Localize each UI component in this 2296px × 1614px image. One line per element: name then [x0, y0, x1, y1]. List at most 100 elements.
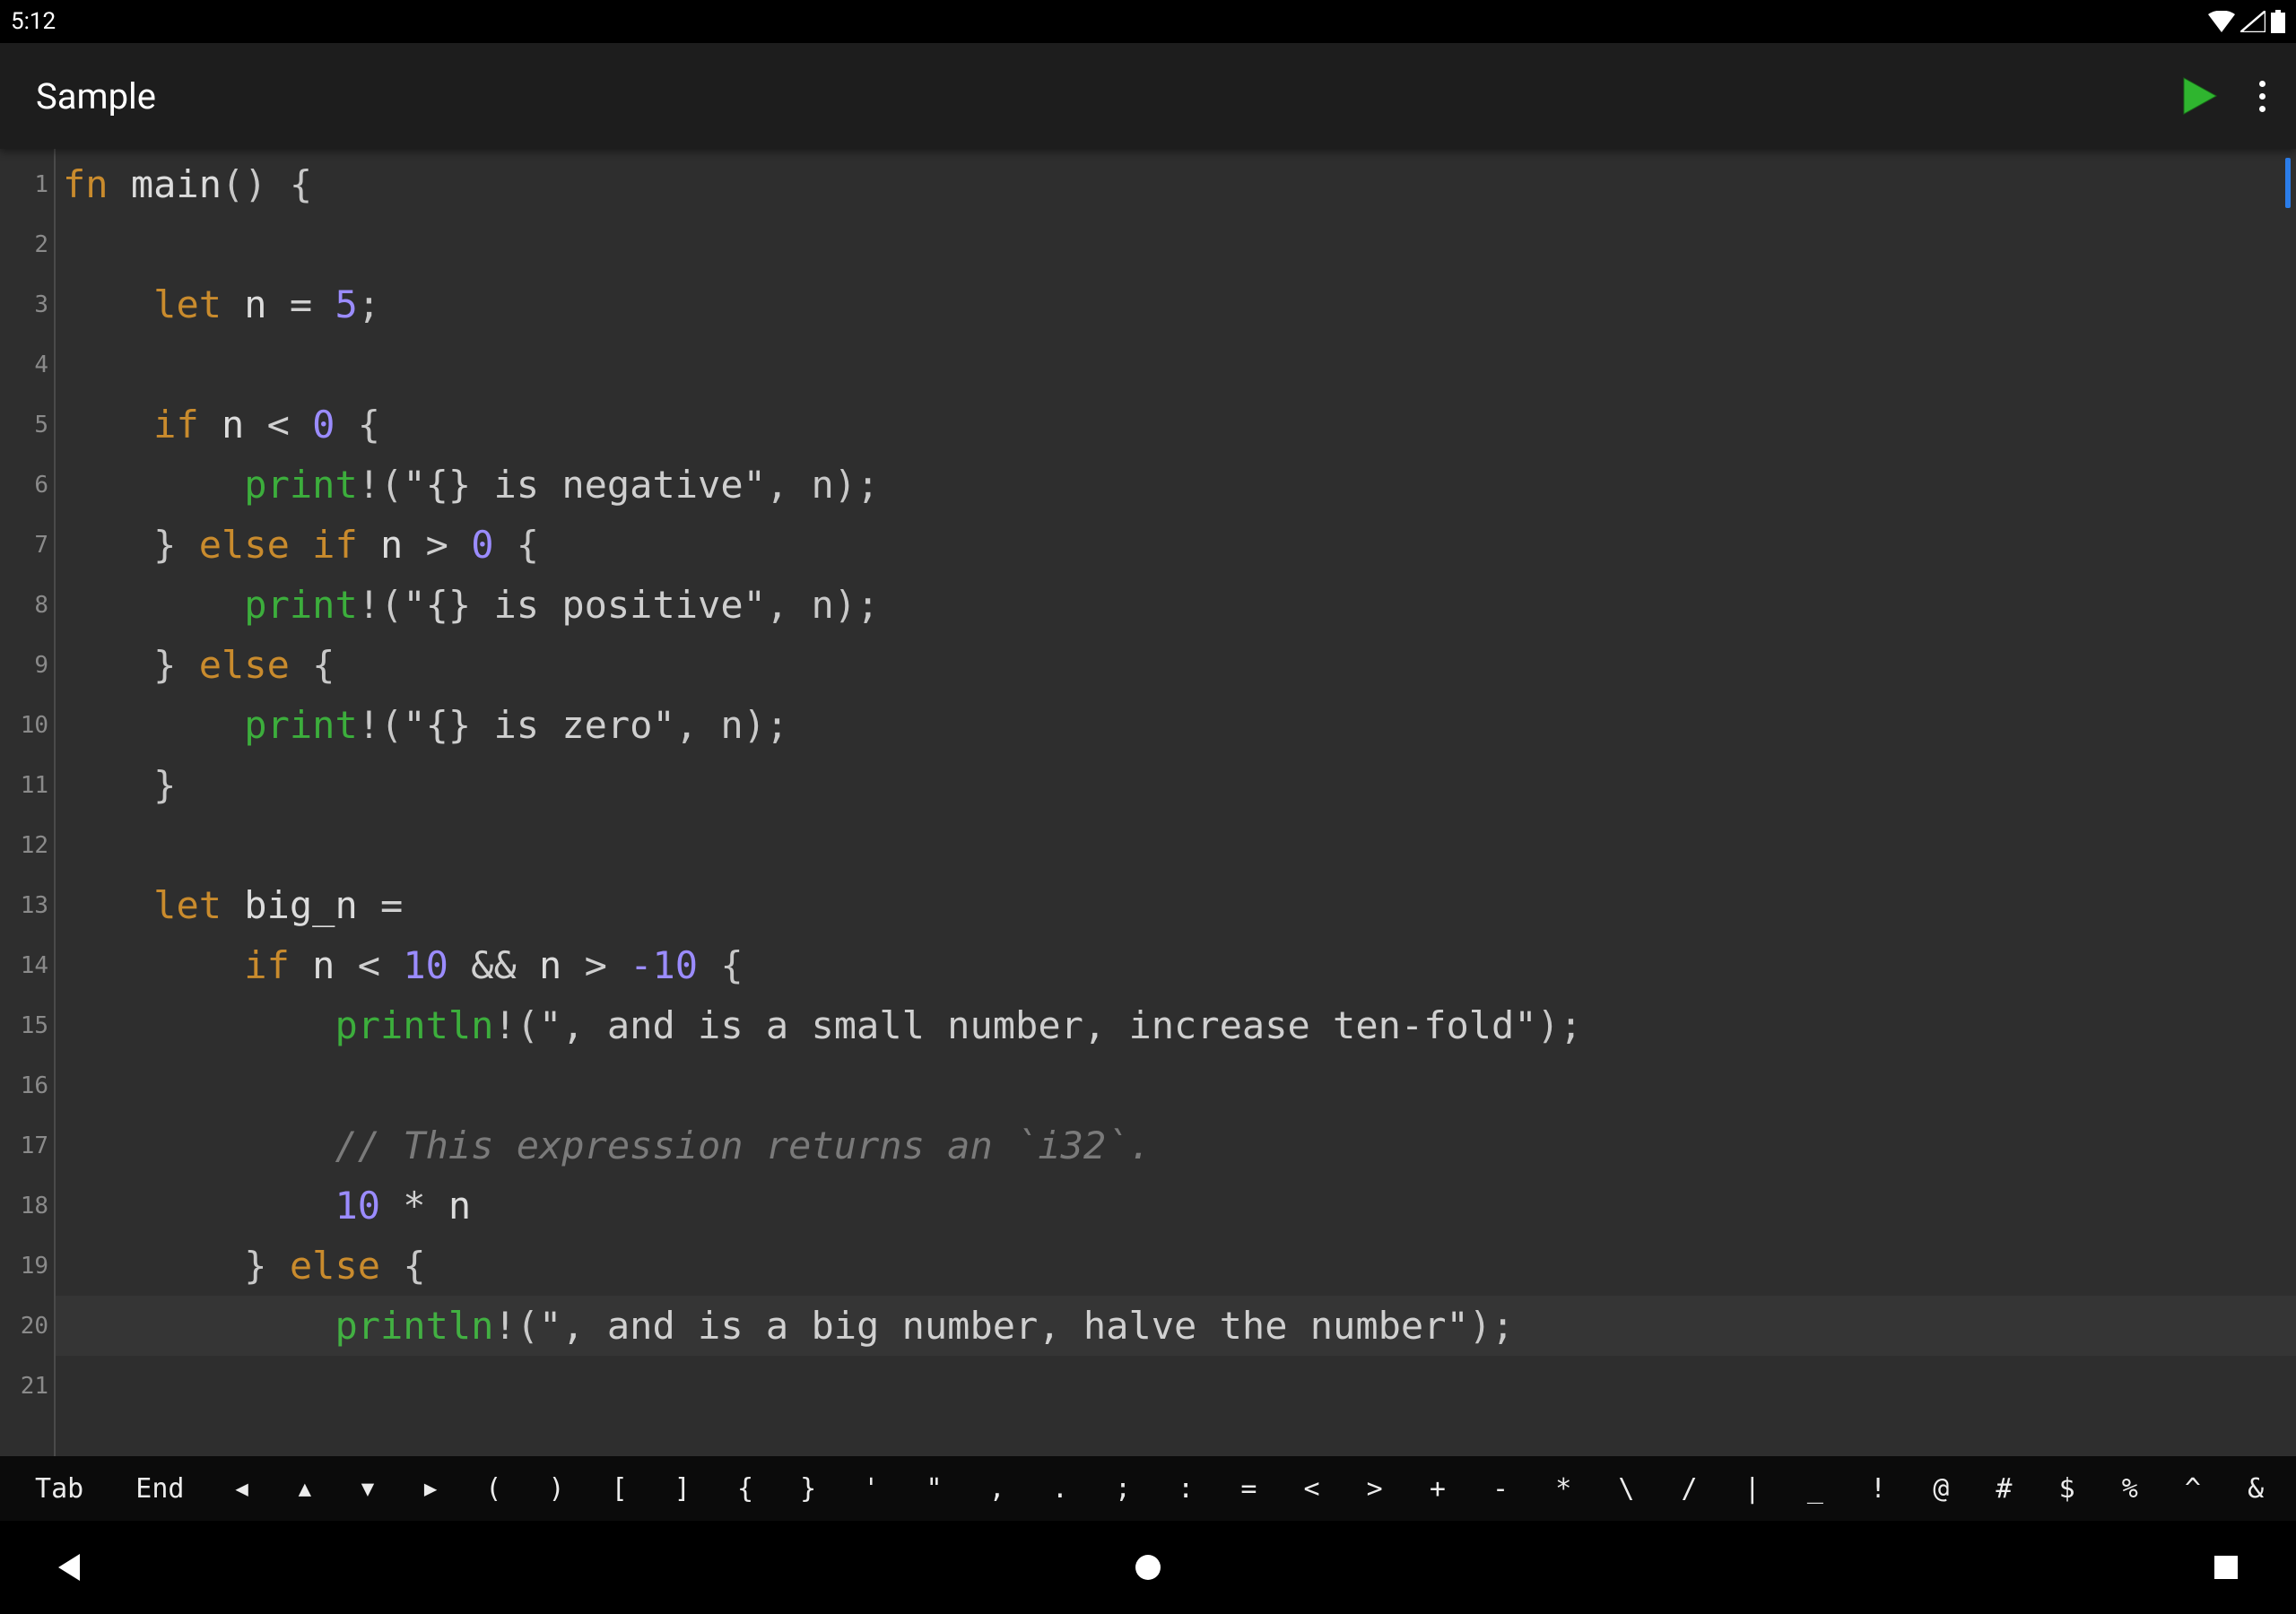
status-icons — [2208, 10, 2285, 33]
symbol-key[interactable]: % — [2099, 1464, 2161, 1514]
line-number: 14 — [0, 935, 54, 995]
scroll-indicator — [2285, 158, 2291, 208]
line-number: 18 — [0, 1176, 54, 1236]
nav-recent-button[interactable] — [2206, 1548, 2246, 1587]
recent-square-icon — [2213, 1554, 2239, 1581]
symbol-key[interactable]: ] — [651, 1464, 714, 1514]
symbol-key[interactable]: } — [777, 1464, 839, 1514]
line-number-gutter: 123456789101112131415161718192021 — [0, 149, 56, 1456]
code-line[interactable]: } — [63, 755, 2296, 815]
line-number: 7 — [0, 515, 54, 575]
symbol-key[interactable]: _ — [1784, 1464, 1847, 1514]
symbol-key[interactable]: * — [1532, 1464, 1595, 1514]
symbol-key[interactable]: - — [1469, 1464, 1532, 1514]
symbol-key[interactable]: # — [1972, 1464, 2035, 1514]
line-number: 3 — [0, 274, 54, 334]
code-line[interactable]: } else { — [63, 1236, 2296, 1296]
dot-icon — [2259, 81, 2266, 87]
line-number: 11 — [0, 755, 54, 815]
line-number: 20 — [0, 1296, 54, 1356]
home-circle-icon — [1134, 1553, 1162, 1582]
symbol-key[interactable]: < — [1280, 1464, 1343, 1514]
symbol-key[interactable]: ' — [839, 1464, 902, 1514]
nav-home-button[interactable] — [1128, 1548, 1168, 1587]
line-number: 13 — [0, 875, 54, 935]
symbol-key[interactable]: ◀ — [211, 1467, 274, 1510]
line-number: 1 — [0, 154, 54, 214]
symbol-key[interactable]: " — [902, 1464, 965, 1514]
symbol-key[interactable]: & — [2224, 1464, 2287, 1514]
code-editor[interactable]: 123456789101112131415161718192021 fn mai… — [0, 149, 2296, 1456]
code-line[interactable] — [63, 1055, 2296, 1115]
code-line[interactable]: fn main() { — [63, 154, 2296, 214]
code-line[interactable]: 10 * n — [63, 1176, 2296, 1236]
symbol-key[interactable]: End — [109, 1464, 210, 1514]
line-number: 5 — [0, 395, 54, 455]
code-line[interactable] — [63, 334, 2296, 395]
line-number: 12 — [0, 815, 54, 875]
symbol-key[interactable]: , — [966, 1464, 1029, 1514]
symbol-key[interactable]: = — [1217, 1464, 1280, 1514]
back-triangle-icon — [55, 1552, 85, 1583]
symbol-key[interactable]: | — [1721, 1464, 1784, 1514]
line-number: 16 — [0, 1055, 54, 1115]
android-nav-bar — [0, 1521, 2296, 1614]
symbol-key[interactable]: \ — [1595, 1464, 1657, 1514]
code-line[interactable]: } else { — [63, 635, 2296, 695]
code-area[interactable]: fn main() { let n = 5; if n < 0 { print!… — [56, 149, 2296, 1456]
symbol-toolbar: TabEnd◀▲▼▶()[]{}'",.;:=<>+-*\/|_!@#$%^& — [0, 1456, 2296, 1521]
line-number: 21 — [0, 1356, 54, 1416]
app-title: Sample — [36, 75, 156, 117]
status-bar: 5:12 — [0, 0, 2296, 43]
symbol-key[interactable]: { — [714, 1464, 777, 1514]
code-line[interactable] — [63, 815, 2296, 875]
line-number: 8 — [0, 575, 54, 635]
app-bar: Sample — [0, 43, 2296, 149]
line-number: 2 — [0, 214, 54, 274]
symbol-key[interactable]: @ — [1909, 1464, 1972, 1514]
symbol-key[interactable]: ; — [1091, 1464, 1154, 1514]
status-time: 5:12 — [11, 8, 56, 35]
symbol-key[interactable]: / — [1657, 1464, 1720, 1514]
signal-icon — [2240, 11, 2266, 32]
symbol-key[interactable]: > — [1344, 1464, 1406, 1514]
line-number: 19 — [0, 1236, 54, 1296]
symbol-key[interactable]: ( — [462, 1464, 525, 1514]
code-line[interactable]: let n = 5; — [63, 274, 2296, 334]
code-line[interactable] — [63, 214, 2296, 274]
dot-icon — [2259, 106, 2266, 112]
code-line[interactable]: // This expression returns an `i32`. — [63, 1115, 2296, 1176]
line-number: 6 — [0, 455, 54, 515]
symbol-key[interactable]: ▼ — [336, 1467, 399, 1510]
code-line[interactable]: if n < 0 { — [63, 395, 2296, 455]
line-number: 17 — [0, 1115, 54, 1176]
symbol-key[interactable]: ▲ — [274, 1467, 336, 1510]
line-number: 4 — [0, 334, 54, 395]
symbol-key[interactable]: . — [1029, 1464, 1091, 1514]
code-line[interactable]: println!(", and is a small number, incre… — [63, 995, 2296, 1055]
symbol-key[interactable]: ▶ — [399, 1467, 462, 1510]
code-line[interactable]: print!("{} is positive", n); — [63, 575, 2296, 635]
symbol-key[interactable]: $ — [2036, 1464, 2099, 1514]
symbol-key[interactable]: [ — [588, 1464, 651, 1514]
nav-back-button[interactable] — [50, 1548, 90, 1587]
symbol-key[interactable]: ^ — [2161, 1464, 2224, 1514]
symbol-key[interactable]: Tab — [9, 1464, 109, 1514]
line-number: 15 — [0, 995, 54, 1055]
run-button[interactable] — [2182, 76, 2218, 116]
code-line[interactable]: print!("{} is negative", n); — [63, 455, 2296, 515]
symbol-key[interactable]: + — [1406, 1464, 1469, 1514]
wifi-icon — [2208, 11, 2235, 32]
line-number: 10 — [0, 695, 54, 755]
code-line[interactable]: let big_n = — [63, 875, 2296, 935]
play-icon — [2182, 76, 2218, 116]
symbol-key[interactable]: ! — [1847, 1464, 1909, 1514]
current-line-highlight — [56, 1296, 2296, 1356]
symbol-key[interactable]: : — [1154, 1464, 1217, 1514]
symbol-key[interactable]: ) — [525, 1464, 587, 1514]
code-line[interactable]: if n < 10 && n > -10 { — [63, 935, 2296, 995]
code-line[interactable]: print!("{} is zero", n); — [63, 695, 2296, 755]
code-line[interactable] — [63, 1356, 2296, 1416]
code-line[interactable]: } else if n > 0 { — [63, 515, 2296, 575]
overflow-menu-button[interactable] — [2250, 72, 2274, 121]
